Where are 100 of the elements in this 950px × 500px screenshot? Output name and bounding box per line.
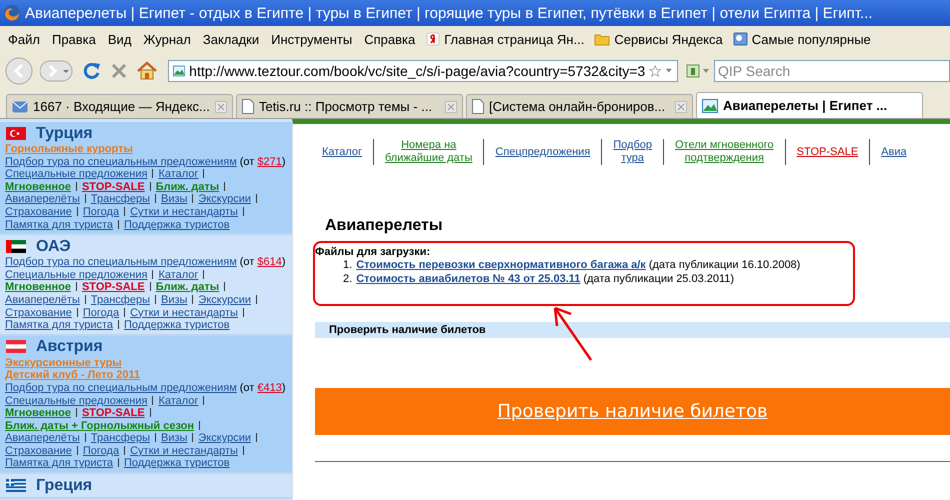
bookmark-item[interactable]: Сервисы Яндекса	[589, 32, 728, 46]
nav-link[interactable]: Спецпредложения	[484, 146, 602, 158]
sidebar-link[interactable]: Подбор тура по специальным предложениям	[5, 156, 237, 168]
page-icon	[242, 99, 254, 114]
sidebar-link[interactable]: Погода	[82, 206, 120, 218]
nav-link[interactable]: Авиа	[870, 146, 918, 158]
flag-icon	[6, 340, 26, 354]
check-tickets-button[interactable]: Проверить наличие билетов	[315, 388, 950, 435]
menu-item[interactable]: Закладки	[196, 32, 266, 46]
sidebar-link[interactable]: Каталог	[158, 268, 198, 281]
instant-link[interactable]: Мгновенное	[5, 281, 71, 294]
section-bar: Проверить наличие билетов	[315, 322, 950, 338]
site-icon	[173, 64, 186, 78]
close-icon[interactable]	[675, 100, 687, 112]
sidebar-link[interactable]: Погода	[82, 306, 120, 319]
sidebar-link[interactable]: Памятка для туриста	[5, 457, 113, 470]
publication-date: (дата публикации 25.03.2011)	[583, 273, 734, 285]
instant-link[interactable]: Ближ. даты	[156, 180, 220, 193]
sidebar-link[interactable]: Каталог	[158, 394, 198, 406]
price-suffix: )	[282, 256, 286, 268]
close-icon[interactable]	[215, 100, 227, 112]
instant-link[interactable]: Ближ. даты	[156, 281, 220, 294]
country-heading[interactable]: Турция	[36, 124, 93, 142]
sidebar-link[interactable]: Визы	[160, 294, 188, 306]
instant-link[interactable]: Ближ. даты + Горнолыжный сезон	[5, 420, 194, 432]
sidebar-link[interactable]: Специальные предложения	[5, 268, 148, 281]
home-icon[interactable]	[136, 61, 158, 81]
sidebar-link[interactable]: Трансферы	[90, 432, 150, 444]
nav-link[interactable]: Подбор тура	[602, 139, 663, 165]
browser-tab[interactable]: Авиаперелеты | Египет ...	[696, 92, 923, 118]
country-heading[interactable]: ОАЭ	[36, 238, 71, 255]
file-link[interactable]: Стоимость перевозки сверхнормативного багажа а/к	[356, 259, 646, 271]
menu-item[interactable]: Правка	[46, 32, 102, 46]
menu-item[interactable]: Справка	[358, 32, 422, 46]
sidebar-link[interactable]: Подбор тура по специальным предложениям	[5, 256, 237, 268]
bookmark-item[interactable]: Главная страница Ян...	[421, 32, 590, 46]
sidebar-link[interactable]: Трансферы	[90, 294, 150, 306]
sidebar-link[interactable]: Страхование	[5, 206, 72, 218]
sidebar-link[interactable]: Поддержка туристов	[124, 319, 230, 332]
sidebar-link[interactable]: Специальные предложения	[5, 168, 148, 180]
folder-icon	[594, 32, 610, 46]
stop-icon[interactable]	[110, 62, 128, 80]
sidebar-link[interactable]: Авиаперелёты	[5, 193, 80, 206]
sidebar-link[interactable]: Авиаперелёты	[5, 294, 80, 306]
file-link[interactable]: Стоимость авиабилетов № 43 от 25.03.11	[356, 273, 580, 285]
forward-button[interactable]	[40, 59, 74, 83]
sidebar-link[interactable]: Сутки и нестандарты	[130, 306, 238, 319]
browser-tab[interactable]: 1667 · Входящие — Яндекс...	[6, 94, 233, 118]
price-suffix: )	[282, 156, 286, 168]
page-title: Авиаперелеты	[325, 217, 444, 235]
country-heading[interactable]: Греция	[36, 476, 92, 494]
menu-item[interactable]: Вид	[102, 32, 138, 46]
sidebar-link[interactable]: Трансферы	[90, 193, 150, 206]
sidebar-link[interactable]: Погода	[82, 444, 120, 457]
list-number: 2.	[343, 273, 352, 285]
bookmark-item[interactable]: Самые популярные	[728, 32, 876, 46]
star-icon[interactable]	[649, 63, 662, 79]
stop-sale-link[interactable]: STOP-SALE	[82, 180, 145, 193]
nav-link[interactable]: Номера на ближайшие даты	[374, 139, 484, 165]
sidebar-link[interactable]: Памятка для туриста	[5, 319, 113, 332]
price-prefix: (от	[240, 256, 254, 268]
price-link[interactable]: $271	[257, 156, 282, 168]
price-prefix: (от	[240, 156, 254, 168]
nav-link[interactable]: Каталог	[322, 146, 373, 158]
sidebar-link[interactable]: Экскурсии	[198, 294, 251, 306]
address-field[interactable]: http://www.teztour.com/book/vc/site_c/s/i-page/avia?country=5732&city=3	[168, 60, 678, 82]
reload-icon[interactable]	[82, 61, 102, 81]
sidebar-link[interactable]: Визы	[160, 432, 188, 444]
dropdown-icon[interactable]	[665, 68, 673, 74]
browser-tab[interactable]: [Система онлайн-брониров...	[466, 94, 693, 118]
sidebar-link[interactable]: Визы	[160, 193, 188, 206]
browser-tab[interactable]: Tetis.ru :: Просмотр темы - ...	[236, 94, 463, 118]
sidebar-link[interactable]: Сутки и нестандарты	[130, 444, 238, 457]
sidebar-link[interactable]: Памятка для туриста	[5, 218, 113, 231]
price-link[interactable]: $614	[257, 256, 282, 268]
sidebar-link[interactable]: Экскурсии	[198, 432, 251, 444]
search-field[interactable]: QIP Search	[714, 60, 950, 82]
menu-item[interactable]: Файл	[2, 32, 46, 46]
nav-link[interactable]: STOP-SALE	[786, 146, 870, 158]
stop-sale-link[interactable]: STOP-SALE	[82, 281, 145, 294]
price-link[interactable]: €413	[257, 382, 282, 394]
menu-item[interactable]: Журнал	[137, 32, 197, 46]
sidebar-link[interactable]: Сутки и нестандарты	[130, 206, 238, 218]
sidebar-link[interactable]: Каталог	[158, 168, 198, 180]
sidebar-link[interactable]: Экскурсии	[198, 193, 251, 206]
sidebar-link[interactable]: Поддержка туристов	[124, 218, 230, 231]
country-heading[interactable]: Австрия	[36, 338, 103, 356]
price-suffix: )	[282, 382, 286, 394]
close-icon[interactable]	[445, 100, 457, 112]
instant-link[interactable]: Мгновенное	[5, 180, 71, 193]
instant-link[interactable]: Мгновенное	[5, 407, 71, 420]
sidebar-link[interactable]: Страхование	[5, 306, 72, 319]
sidebar-link[interactable]: Страхование	[5, 444, 72, 457]
menu-item[interactable]: Инструменты	[265, 32, 358, 46]
sidebar-link[interactable]: Подбор тура по специальным предложениям	[5, 382, 237, 394]
nav-link[interactable]: Отели мгновенного подтверждения	[664, 139, 785, 165]
sidebar-link[interactable]: Поддержка туристов	[124, 457, 230, 470]
stop-sale-link[interactable]: STOP-SALE	[82, 407, 145, 420]
sidebar-link[interactable]: Авиаперелёты	[5, 432, 80, 444]
sidebar-link[interactable]: Специальные предложения	[5, 394, 148, 406]
